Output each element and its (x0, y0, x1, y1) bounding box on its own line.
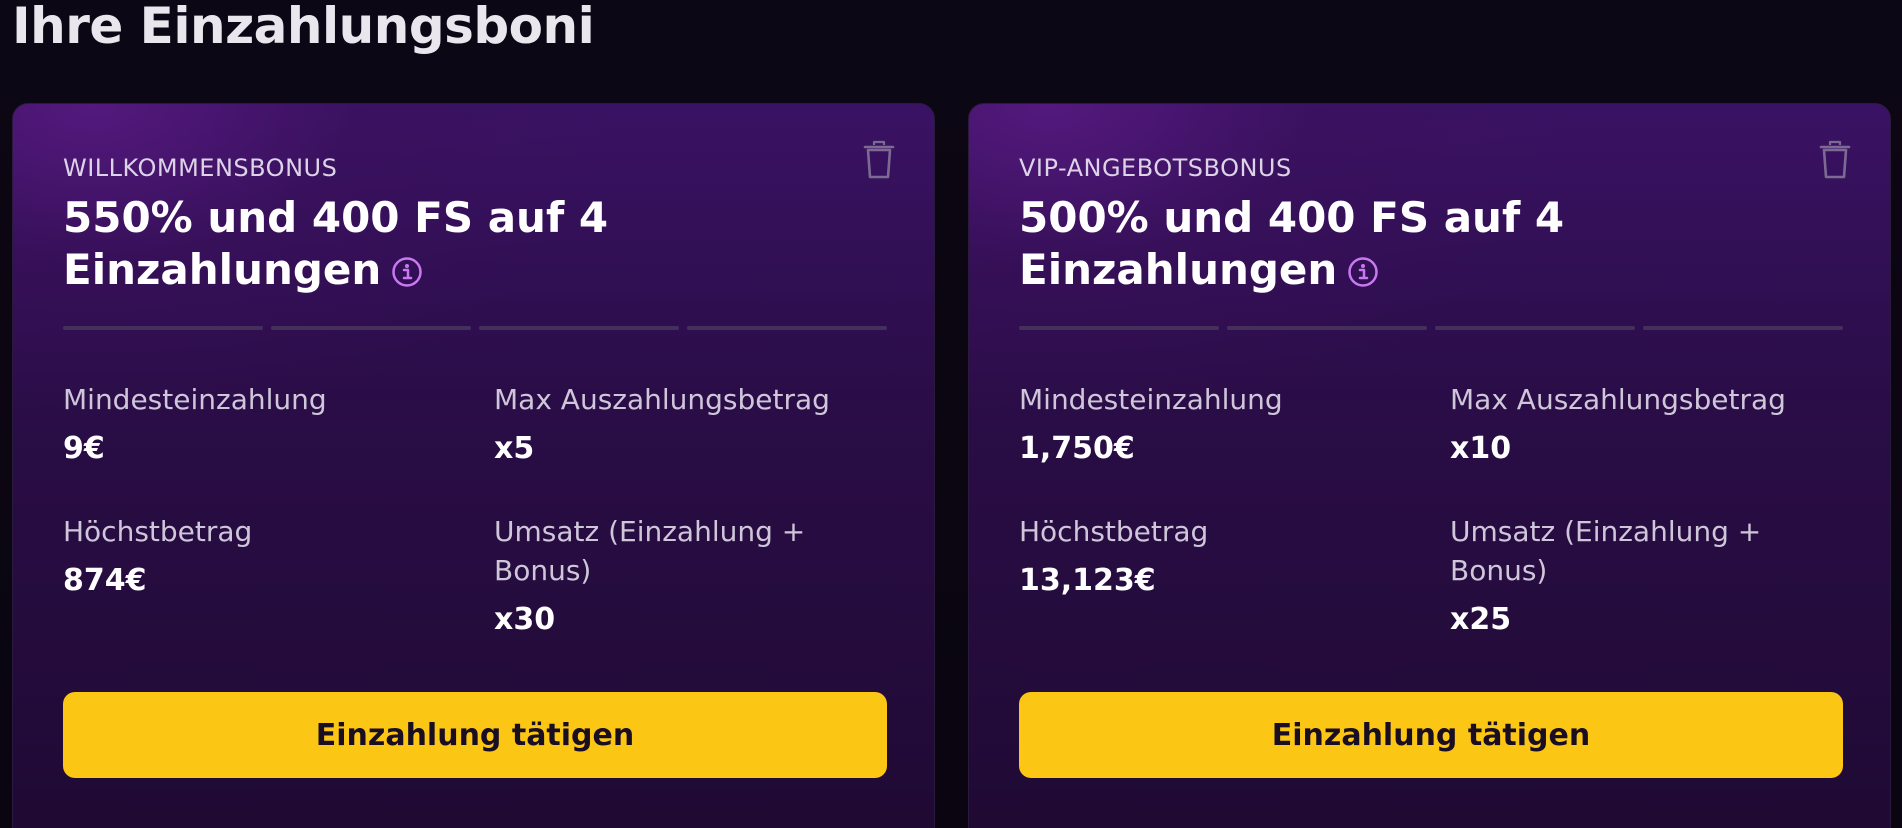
progress-segment (271, 326, 471, 330)
turnover-detail: Umsatz (Einzahlung + Bonus) x30 (494, 512, 874, 640)
page-title: Ihre Einzahlungsboni (12, 0, 595, 55)
bonus-card: VIP-ANGEBOTSBONUS 500% und 400 FS auf 4 … (968, 103, 1891, 828)
max-amount-value: 874€ (63, 563, 147, 598)
max-cashout-label: Max Auszahlungsbetrag (494, 383, 830, 416)
min-deposit-value: 1,750€ (1019, 431, 1135, 466)
trash-icon[interactable] (862, 140, 896, 180)
min-deposit-value: 9€ (63, 431, 105, 466)
deposit-progress-bar (63, 326, 887, 330)
bonus-card: WILLKOMMENSBONUS 550% und 400 FS auf 4 E… (12, 103, 935, 828)
turnover-detail: Umsatz (Einzahlung + Bonus) x25 (1450, 512, 1830, 640)
progress-segment (479, 326, 679, 330)
progress-segment (1019, 326, 1219, 330)
max-cashout-value: x5 (494, 431, 535, 466)
bonus-title-text: 500% und 400 FS auf 4 Einzahlungen (1019, 193, 1565, 294)
max-amount-detail: Höchstbetrag 874€ (63, 512, 443, 601)
progress-segment (1643, 326, 1843, 330)
progress-segment (687, 326, 887, 330)
max-amount-label: Höchstbetrag (63, 515, 253, 548)
max-cashout-detail: Max Auszahlungsbetrag x10 (1450, 380, 1830, 469)
bonus-title-text: 550% und 400 FS auf 4 Einzahlungen (63, 193, 609, 294)
min-deposit-label: Mindesteinzahlung (1019, 383, 1283, 416)
make-deposit-button[interactable]: Einzahlung tätigen (1019, 692, 1843, 778)
deposit-progress-bar (1019, 326, 1843, 330)
info-icon[interactable] (1347, 256, 1379, 288)
bonus-title: 550% und 400 FS auf 4 Einzahlungen (63, 192, 763, 296)
bonus-title: 500% und 400 FS auf 4 Einzahlungen (1019, 192, 1719, 296)
max-cashout-label: Max Auszahlungsbetrag (1450, 383, 1786, 416)
min-deposit-detail: Mindesteinzahlung 9€ (63, 380, 443, 469)
info-icon[interactable] (391, 256, 423, 288)
progress-segment (63, 326, 263, 330)
max-amount-value: 13,123€ (1019, 563, 1156, 598)
max-amount-detail: Höchstbetrag 13,123€ (1019, 512, 1399, 601)
turnover-label: Umsatz (Einzahlung + Bonus) (494, 515, 806, 587)
turnover-label: Umsatz (Einzahlung + Bonus) (1450, 515, 1762, 587)
bonuses-page: Ihre Einzahlungsboni WILLKOMMENSBONUS 55… (0, 0, 1902, 828)
progress-segment (1435, 326, 1635, 330)
min-deposit-detail: Mindesteinzahlung 1,750€ (1019, 380, 1399, 469)
max-cashout-detail: Max Auszahlungsbetrag x5 (494, 380, 874, 469)
turnover-value: x30 (494, 602, 556, 637)
max-amount-label: Höchstbetrag (1019, 515, 1209, 548)
trash-icon[interactable] (1818, 140, 1852, 180)
make-deposit-button[interactable]: Einzahlung tätigen (63, 692, 887, 778)
bonus-type-label: WILLKOMMENSBONUS (63, 154, 338, 182)
progress-segment (1227, 326, 1427, 330)
max-cashout-value: x10 (1450, 431, 1512, 466)
bonus-type-label: VIP-ANGEBOTSBONUS (1019, 154, 1292, 182)
turnover-value: x25 (1450, 602, 1512, 637)
min-deposit-label: Mindesteinzahlung (63, 383, 327, 416)
